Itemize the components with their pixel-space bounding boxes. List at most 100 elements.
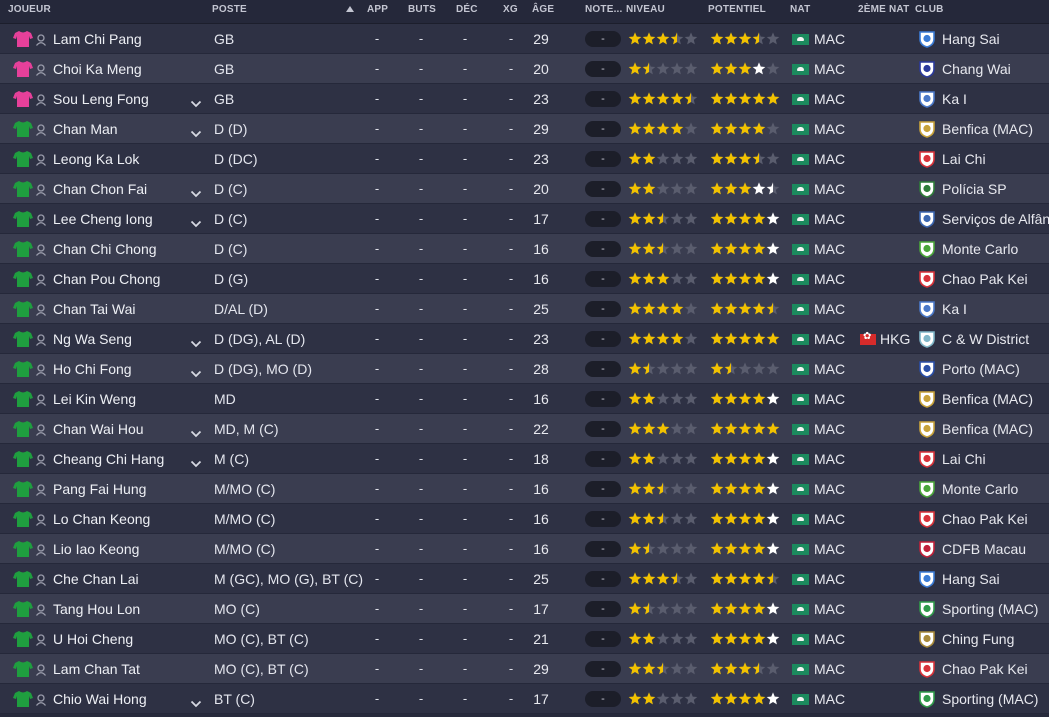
club-name[interactable]: Hang Sai xyxy=(942,564,1049,594)
player-row[interactable]: Lam Chan Tat MO (C), BT (C) - - - - 29 - MAC Chao… xyxy=(0,654,1049,684)
club-name[interactable]: Sporting (MAC) xyxy=(942,594,1049,624)
player-row[interactable]: Lo Chan Keong M/MO (C) - - - - 16 - MAC Chao Pak … xyxy=(0,504,1049,534)
player-name[interactable]: Chan Wai Hou xyxy=(53,414,183,444)
player-name[interactable]: Lam Chi Pang xyxy=(53,24,183,54)
player-name[interactable]: Pang Fai Hung xyxy=(53,474,183,504)
club-name[interactable]: Polícia SP xyxy=(942,174,1049,204)
club-name[interactable]: Chao Pak Kei xyxy=(942,504,1049,534)
club-name[interactable]: Benfica (MAC) xyxy=(942,414,1049,444)
player-name[interactable]: Lee Cheng Iong xyxy=(53,204,183,234)
club-crest-icon[interactable] xyxy=(918,30,936,48)
player-row[interactable]: Lam Chi Pang GB - - - - 29 - MAC Hang Sai xyxy=(0,24,1049,54)
person-icon[interactable] xyxy=(35,363,47,376)
club-crest-icon[interactable] xyxy=(918,420,936,438)
person-icon[interactable] xyxy=(35,303,47,316)
player-row[interactable]: Chan Wai Hou MD, M (C) - - - - 22 - MAC Benfica (… xyxy=(0,414,1049,444)
player-row[interactable]: Leong Ka Lok D (DC) - - - - 23 - MAC Lai Chi xyxy=(0,144,1049,174)
player-name[interactable]: Chan Man xyxy=(53,114,183,144)
person-icon[interactable] xyxy=(35,93,47,106)
person-icon[interactable] xyxy=(35,603,47,616)
person-icon[interactable] xyxy=(35,393,47,406)
chevron-down-icon[interactable] xyxy=(190,125,202,138)
club-crest-icon[interactable] xyxy=(918,390,936,408)
club-crest-icon[interactable] xyxy=(918,570,936,588)
player-row[interactable]: Tang Hou Lon MO (C) - - - - 17 - MAC Sporting (MA… xyxy=(0,594,1049,624)
club-name[interactable]: Lai Chi xyxy=(942,444,1049,474)
player-row[interactable]: Chan Man D (D) - - - - 29 - MAC Benfica (MAC) xyxy=(0,114,1049,144)
col-header-joueur[interactable]: JOUEUR xyxy=(8,0,51,24)
col-header-app[interactable]: APP xyxy=(367,0,388,24)
club-crest-icon[interactable] xyxy=(918,480,936,498)
club-crest-icon[interactable] xyxy=(918,690,936,708)
player-name[interactable]: Lo Chan Keong xyxy=(53,504,183,534)
club-name[interactable]: Sporting (MAC) xyxy=(942,684,1049,714)
player-row[interactable]: Ng Wa Seng D (DG), AL (D) - - - - 23 - MAC HKG C &… xyxy=(0,324,1049,354)
player-name[interactable]: Lam Chan Tat xyxy=(53,654,183,684)
club-name[interactable]: Lai Chi xyxy=(942,144,1049,174)
player-name[interactable]: Cheang Chi Hang xyxy=(53,444,183,474)
player-name[interactable]: Che Chan Lai xyxy=(53,564,183,594)
club-crest-icon[interactable] xyxy=(918,660,936,678)
club-crest-icon[interactable] xyxy=(918,270,936,288)
player-name[interactable]: Chan Tai Wai xyxy=(53,294,183,324)
club-crest-icon[interactable] xyxy=(918,300,936,318)
player-name[interactable]: Choi Ka Meng xyxy=(53,54,183,84)
club-name[interactable]: Hang Sai xyxy=(942,24,1049,54)
chevron-down-icon[interactable] xyxy=(190,95,202,108)
player-name[interactable]: Lio Iao Keong xyxy=(53,534,183,564)
person-icon[interactable] xyxy=(35,153,47,166)
person-icon[interactable] xyxy=(35,513,47,526)
col-header-xg[interactable]: XG xyxy=(503,0,518,24)
person-icon[interactable] xyxy=(35,273,47,286)
person-icon[interactable] xyxy=(35,663,47,676)
player-name[interactable]: Ho Chi Fong xyxy=(53,354,183,384)
player-name[interactable]: Lei Kin Weng xyxy=(53,384,183,414)
club-name[interactable]: Chao Pak Kei xyxy=(942,264,1049,294)
club-crest-icon[interactable] xyxy=(918,90,936,108)
person-icon[interactable] xyxy=(35,453,47,466)
chevron-down-icon[interactable] xyxy=(190,455,202,468)
club-name[interactable]: C & W District xyxy=(942,324,1049,354)
club-crest-icon[interactable] xyxy=(918,240,936,258)
club-crest-icon[interactable] xyxy=(918,360,936,378)
club-name[interactable]: CDFB Macau xyxy=(942,534,1049,564)
player-row[interactable]: U Hoi Cheng MO (C), BT (C) - - - - 21 - MAC Ching… xyxy=(0,624,1049,654)
player-name[interactable]: Chan Pou Chong xyxy=(53,264,183,294)
chevron-down-icon[interactable] xyxy=(190,695,202,708)
chevron-down-icon[interactable] xyxy=(190,365,202,378)
person-icon[interactable] xyxy=(35,573,47,586)
club-name[interactable]: Monte Carlo xyxy=(942,474,1049,504)
player-row[interactable]: Ho Chi Fong D (DG), MO (D) - - - - 28 - MAC Porto… xyxy=(0,354,1049,384)
person-icon[interactable] xyxy=(35,543,47,556)
club-name[interactable]: Chang Wai xyxy=(942,54,1049,84)
club-name[interactable]: Ka I xyxy=(942,294,1049,324)
sort-ascending-icon[interactable] xyxy=(346,6,354,12)
col-header-club[interactable]: CLUB xyxy=(915,0,944,24)
person-icon[interactable] xyxy=(35,423,47,436)
player-row[interactable]: Cheang Chi Hang M (C) - - - - 18 - MAC Lai Chi xyxy=(0,444,1049,474)
club-crest-icon[interactable] xyxy=(918,120,936,138)
player-name[interactable]: Ng Wa Seng xyxy=(53,324,183,354)
col-header-note[interactable]: NOTE... xyxy=(585,0,623,24)
chevron-down-icon[interactable] xyxy=(190,215,202,228)
club-crest-icon[interactable] xyxy=(918,330,936,348)
person-icon[interactable] xyxy=(35,243,47,256)
club-name[interactable]: Serviços de Alfân... xyxy=(942,204,1049,234)
player-row[interactable]: Che Chan Lai M (GC), MO (G), BT (C) - - - -25… xyxy=(0,564,1049,594)
person-icon[interactable] xyxy=(35,183,47,196)
col-header-buts[interactable]: BUTS xyxy=(408,0,436,24)
person-icon[interactable] xyxy=(35,33,47,46)
club-name[interactable]: Chao Pak Kei xyxy=(942,654,1049,684)
person-icon[interactable] xyxy=(35,213,47,226)
player-row[interactable]: Chan Chon Fai D (C) - - - - 20 - MAC Polícia SP xyxy=(0,174,1049,204)
club-name[interactable]: Ka I xyxy=(942,84,1049,114)
club-crest-icon[interactable] xyxy=(918,450,936,468)
club-crest-icon[interactable] xyxy=(918,210,936,228)
player-row[interactable]: Lei Kin Weng MD - - - - 16 - MAC Benfica (MAC) xyxy=(0,384,1049,414)
player-name[interactable]: U Hoi Cheng xyxy=(53,624,183,654)
chevron-down-icon[interactable] xyxy=(190,335,202,348)
player-row[interactable]: Chan Chi Chong D (C) - - - - 16 - MAC Monte Carlo xyxy=(0,234,1049,264)
player-row[interactable]: Choi Ka Meng GB - - - - 20 - MAC Chang Wai xyxy=(0,54,1049,84)
player-row[interactable]: Chan Tai Wai D/AL (D) - - - - 25 - MAC Ka I xyxy=(0,294,1049,324)
player-name[interactable]: Tang Hou Lon xyxy=(53,594,183,624)
